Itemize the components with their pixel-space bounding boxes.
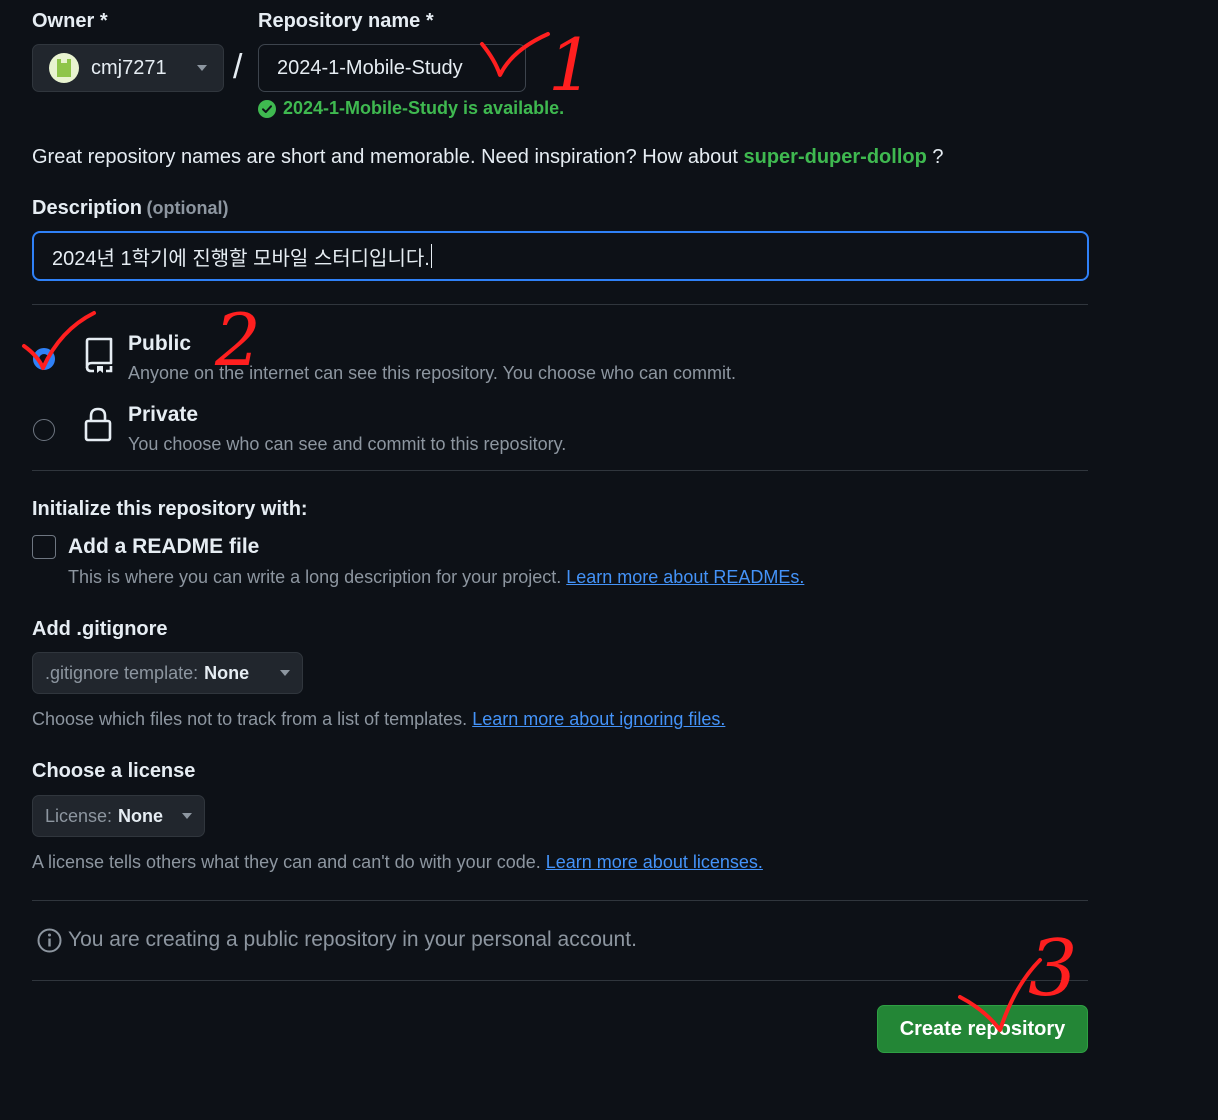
gitignore-heading: Add .gitignore <box>32 618 168 640</box>
gitignore-description-text: Choose which files not to track from a l… <box>32 709 468 729</box>
owner-label: Owner * <box>32 10 108 33</box>
readme-checkbox[interactable] <box>32 535 56 559</box>
license-select-prefix: License: <box>45 805 113 826</box>
avatar <box>49 53 79 83</box>
repo-name-required-mark: * <box>425 10 434 32</box>
inspiration-text: Great repository names are short and mem… <box>32 146 944 169</box>
gitignore-select-value: None <box>204 662 250 683</box>
name-suggestion-link[interactable]: super-duper-dollop <box>743 146 926 168</box>
repo-name-value: 2024-1-Mobile-Study <box>277 56 463 79</box>
availability-message: 2024-1-Mobile-Study is available. <box>258 98 564 119</box>
readme-learn-more-link[interactable]: Learn more about READMEs. <box>566 567 804 587</box>
divider <box>32 980 1088 981</box>
availability-text: 2024-1-Mobile-Study is available. <box>283 98 565 118</box>
info-icon <box>37 928 62 953</box>
license-heading: Choose a license <box>32 760 196 782</box>
public-description: Anyone on the internet can see this repo… <box>128 363 737 383</box>
owner-required-mark: * <box>99 10 108 32</box>
repo-icon <box>85 337 113 373</box>
private-description: You choose who can see and commit to thi… <box>128 434 567 454</box>
owner-repo-separator: / <box>233 48 243 86</box>
lock-icon <box>84 407 112 442</box>
avatar-icon <box>57 59 71 77</box>
license-description: A license tells others what they can and… <box>32 852 763 873</box>
divider <box>32 900 1088 901</box>
description-value: 2024년 1학기에 진행할 모바일 스터디입니다. <box>52 247 430 270</box>
owner-label-text: Owner <box>32 10 95 32</box>
license-select[interactable]: License: None <box>32 795 205 837</box>
description-input[interactable]: 2024년 1학기에 진행할 모바일 스터디입니다. <box>32 231 1089 281</box>
gitignore-select-prefix: .gitignore template: <box>45 662 199 683</box>
divider <box>32 470 1088 471</box>
repo-name-label-text: Repository name <box>258 10 421 32</box>
public-title[interactable]: Public <box>128 332 191 356</box>
chevron-down-icon <box>197 65 207 71</box>
private-radio[interactable] <box>33 419 55 441</box>
inspiration-suffix: ? <box>932 146 944 168</box>
license-description-text: A license tells others what they can and… <box>32 852 541 872</box>
divider <box>32 304 1088 305</box>
gitignore-learn-more-link[interactable]: Learn more about ignoring files. <box>472 709 725 729</box>
owner-value: cmj7271 <box>91 56 167 79</box>
readme-label[interactable]: Add a README file <box>68 535 259 559</box>
repo-name-label: Repository name * <box>258 10 434 33</box>
description-optional-hint: (optional) <box>146 198 229 218</box>
description-label-text: Description <box>32 197 143 219</box>
annotation-number-3: 3 <box>1028 924 1078 1014</box>
inspiration-prefix: Great repository names are short and mem… <box>32 146 738 168</box>
gitignore-description: Choose which files not to track from a l… <box>32 709 725 730</box>
readme-description: This is where you can write a long descr… <box>68 567 804 588</box>
owner-select[interactable]: cmj7271 <box>32 44 224 92</box>
readme-description-text: This is where you can write a long descr… <box>68 567 562 587</box>
gitignore-select[interactable]: .gitignore template: None <box>32 652 303 694</box>
text-cursor <box>430 244 432 268</box>
private-title[interactable]: Private <box>128 403 198 427</box>
create-repository-label: Create repository <box>899 1017 1066 1040</box>
public-repository-notice: You are creating a public repository in … <box>68 928 637 951</box>
repo-name-input[interactable]: 2024-1-Mobile-Study <box>258 44 526 92</box>
license-select-value: None <box>118 805 164 826</box>
annotation-number-1: 1 <box>548 23 594 107</box>
init-heading: Initialize this repository with: <box>32 498 308 520</box>
create-repository-button[interactable]: Create repository <box>877 1005 1088 1053</box>
chevron-down-icon <box>182 813 192 819</box>
license-learn-more-link[interactable]: Learn more about licenses. <box>546 852 763 872</box>
description-label: Description (optional) <box>32 197 228 220</box>
check-circle-icon <box>258 99 276 118</box>
chevron-down-icon <box>280 670 290 676</box>
public-radio[interactable] <box>33 348 55 370</box>
